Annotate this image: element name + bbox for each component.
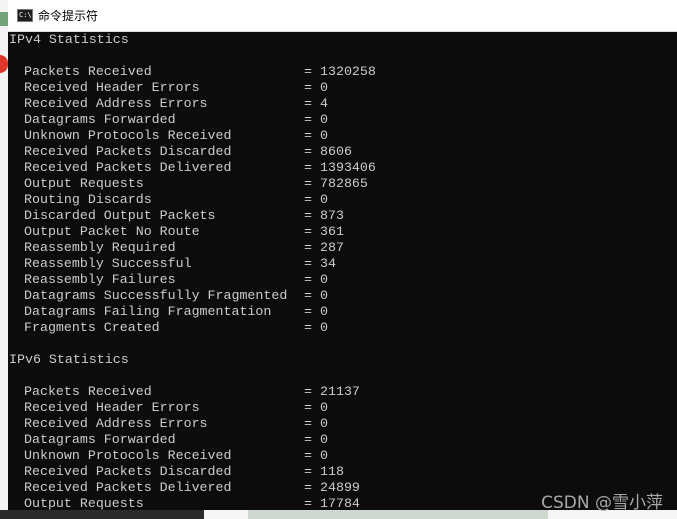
ipv6-stat-value: 21137 <box>320 384 360 399</box>
ipv4-stat-name: Received Packets Delivered <box>24 160 232 175</box>
ipv6-stat-value: 0 <box>320 400 328 415</box>
ipv6-stat-value: 0 <box>320 416 328 431</box>
ipv4-stat-equals: = <box>304 320 312 335</box>
ipv6-stat-name: Datagrams Forwarded <box>24 432 176 447</box>
ipv6-stat-name: Received Address Errors <box>24 416 208 431</box>
ipv4-stat-equals: = <box>304 288 312 303</box>
ipv4-stat-value: 1393406 <box>320 160 376 175</box>
desktop-red-shape <box>0 55 8 73</box>
ipv4-stat-value: 873 <box>320 208 344 223</box>
ipv4-stat-name: Unknown Protocols Received <box>24 128 232 143</box>
ipv4-stat-value: 0 <box>320 304 328 319</box>
ipv4-stat-name: Reassembly Failures <box>24 272 176 287</box>
ipv4-stat-name: Datagrams Successfully Fragmented <box>24 288 288 303</box>
ipv4-stat-value: 782865 <box>320 176 368 191</box>
ipv6-stat-name: Received Packets Delivered <box>24 480 232 495</box>
ipv6-stat-equals: = <box>304 416 312 431</box>
ipv4-stat-name: Received Packets Discarded <box>24 144 232 159</box>
csdn-watermark: CSDN @雪小萍 <box>541 493 663 513</box>
ipv4-stat-value: 0 <box>320 192 328 207</box>
ipv4-stat-equals: = <box>304 160 312 175</box>
ipv4-stat-equals: = <box>304 208 312 223</box>
ipv4-stat-value: 0 <box>320 320 328 335</box>
ipv4-stat-equals: = <box>304 128 312 143</box>
ipv4-stat-name: Discarded Output Packets <box>24 208 216 223</box>
ipv4-stat-value: 1320258 <box>320 64 376 79</box>
ipv6-stat-equals: = <box>304 448 312 463</box>
console-output[interactable]: IPv4 Statistics Packets Received = 1320258 R… <box>8 32 677 510</box>
ipv4-stat-name: Received Header Errors <box>24 80 200 95</box>
ipv4-stat-equals: = <box>304 80 312 95</box>
ipv6-stat-name: Output Requests <box>24 496 144 510</box>
ipv6-statistics-heading: IPv6 Statistics <box>9 352 129 367</box>
ipv4-stat-name: Output Packet No Route <box>24 224 200 239</box>
ipv6-stat-equals: = <box>304 480 312 495</box>
desktop-dark-strip <box>0 510 204 519</box>
ipv4-stat-value: 0 <box>320 112 328 127</box>
ipv4-stat-value: 361 <box>320 224 344 239</box>
ipv4-stat-value: 0 <box>320 288 328 303</box>
ipv6-stat-value: 24899 <box>320 480 360 495</box>
ipv4-stat-equals: = <box>304 272 312 287</box>
ipv6-stat-name: Unknown Protocols Received <box>24 448 232 463</box>
desktop-text-fragment <box>0 12 8 26</box>
ipv6-stat-value: 17784 <box>320 496 360 510</box>
ipv6-stat-name: Received Packets Discarded <box>24 464 232 479</box>
ipv6-stat-name: Received Header Errors <box>24 400 200 415</box>
ipv4-stat-name: Fragments Created <box>24 320 160 335</box>
ipv4-stat-equals: = <box>304 240 312 255</box>
ipv6-stat-equals: = <box>304 464 312 479</box>
ipv4-stat-value: 287 <box>320 240 344 255</box>
ipv4-stat-value: 0 <box>320 128 328 143</box>
ipv4-stat-equals: = <box>304 192 312 207</box>
command-prompt-window[interactable]: C:\ 命令提示符 IPv4 Statistics Packets Receive… <box>8 0 677 510</box>
ipv6-stat-value: 118 <box>320 464 344 479</box>
ipv4-statistics-heading: IPv4 Statistics <box>9 32 129 47</box>
ipv6-stat-equals: = <box>304 400 312 415</box>
ipv4-stat-equals: = <box>304 176 312 191</box>
ipv4-stat-name: Output Requests <box>24 176 144 191</box>
window-title: 命令提示符 <box>38 9 99 23</box>
ipv4-stat-equals: = <box>304 224 312 239</box>
ipv6-stat-value: 0 <box>320 448 328 463</box>
ipv4-stat-value: 34 <box>320 256 336 271</box>
ipv6-stat-equals: = <box>304 496 312 510</box>
ipv6-stat-equals: = <box>304 432 312 447</box>
window-titlebar[interactable]: C:\ 命令提示符 <box>8 0 677 32</box>
ipv4-stat-name: Packets Received <box>24 64 152 79</box>
ipv4-stat-equals: = <box>304 112 312 127</box>
ipv4-stat-name: Reassembly Successful <box>24 256 192 271</box>
ipv4-stat-equals: = <box>304 256 312 271</box>
ipv4-stat-value: 0 <box>320 272 328 287</box>
ipv4-stat-name: Received Address Errors <box>24 96 208 111</box>
ipv4-stat-equals: = <box>304 304 312 319</box>
desktop-image-strip <box>248 510 548 519</box>
ipv4-stat-name: Reassembly Required <box>24 240 176 255</box>
ipv4-stat-name: Datagrams Forwarded <box>24 112 176 127</box>
ipv6-stat-name: Packets Received <box>24 384 152 399</box>
ipv4-stat-name: Routing Discards <box>24 192 152 207</box>
console-app-icon: C:\ <box>17 9 33 22</box>
ipv6-stat-value: 0 <box>320 432 328 447</box>
ipv4-stat-equals: = <box>304 96 312 111</box>
ipv4-stat-value: 8606 <box>320 144 352 159</box>
ipv4-stat-equals: = <box>304 144 312 159</box>
ipv4-stat-equals: = <box>304 64 312 79</box>
ipv4-stat-value: 4 <box>320 96 328 111</box>
ipv6-stat-equals: = <box>304 384 312 399</box>
desktop-background-left <box>0 0 8 519</box>
ipv4-stat-value: 0 <box>320 80 328 95</box>
ipv4-stat-name: Datagrams Failing Fragmentation <box>24 304 272 319</box>
